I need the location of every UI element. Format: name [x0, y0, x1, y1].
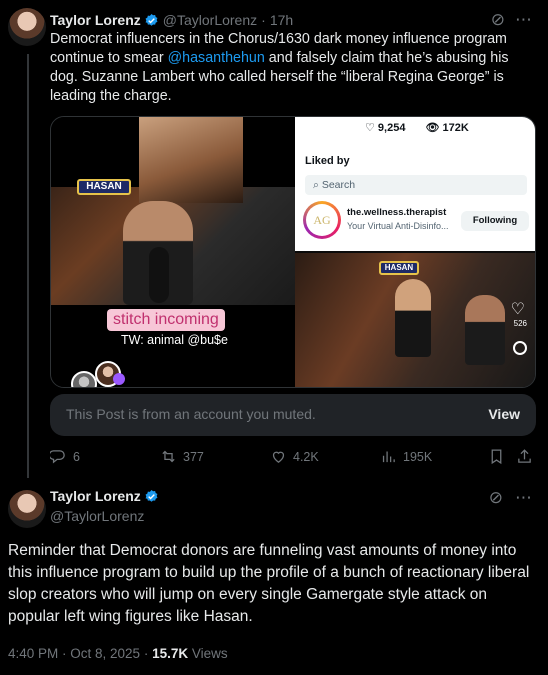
heart-icon: [272, 451, 285, 463]
post-text: Democrat influencers in the Chorus/1630 …: [50, 31, 509, 104]
author-handle[interactable]: @TaylorLorenz: [163, 12, 257, 28]
video-clip[interactable]: HASAN ♡ 526: [295, 251, 535, 387]
following-button: Following: [461, 211, 529, 231]
verified-badge-icon: [145, 13, 158, 26]
muted-text: This Post is from an account you muted.: [66, 406, 316, 422]
avatar[interactable]: [8, 490, 46, 528]
microphone: [149, 247, 169, 303]
liked-by-screenshot[interactable]: ♡ 9,254 👁 172K Liked by ⌕ Search the.wel…: [295, 117, 535, 251]
separator-dot: ·: [261, 12, 266, 28]
bookmark-icon: [491, 449, 502, 465]
reply-button[interactable]: 6: [50, 448, 80, 465]
grok-icon[interactable]: ⊘: [489, 488, 503, 508]
video-like-count: 526: [513, 319, 527, 328]
bookmark-button[interactable]: [488, 448, 505, 465]
more-icon[interactable]: ⋯: [515, 10, 532, 30]
share-button[interactable]: [516, 448, 533, 465]
account-bio: Your Virtual Anti-Disinfo...: [347, 221, 449, 231]
views-label: Views: [188, 646, 228, 661]
share-icon: [518, 449, 531, 463]
views-stat: 👁 172K: [425, 122, 469, 134]
heart-icon: ♡: [510, 301, 525, 318]
post-text: Reminder that Democrat donors are funnel…: [8, 542, 530, 625]
video-figure: [465, 295, 505, 365]
mention-link[interactable]: @hasanthehun: [168, 50, 265, 66]
analytics-icon: [382, 451, 395, 463]
clip-avatar: [71, 371, 97, 387]
liked-by-heading: Liked by: [305, 155, 350, 167]
repost-icon: [162, 450, 175, 463]
video-logo: HASAN: [379, 261, 419, 275]
stream-logo: HASAN: [77, 179, 131, 195]
post-header: Taylor Lorenz @TaylorLorenz · 17h ⊘ ⋯: [50, 10, 538, 30]
views-button[interactable]: 195K: [380, 448, 432, 465]
stitch-caption: stitch incoming: [107, 309, 225, 331]
clip-face: [139, 117, 243, 203]
more-icon[interactable]: ⋯: [515, 488, 532, 508]
grok-icon[interactable]: ⊘: [491, 10, 505, 30]
video-figure: [395, 279, 431, 357]
liked-by-search: ⌕ Search: [305, 175, 527, 195]
action-bar: 6 377 4.2K 195K: [50, 448, 536, 468]
verified-badge-icon: [145, 489, 158, 502]
post-time[interactable]: 17h: [270, 12, 293, 28]
tw-caption: TW: animal @bu$e: [121, 333, 228, 347]
author-handle[interactable]: @TaylorLorenz: [50, 508, 144, 524]
clip-badge: [113, 373, 125, 385]
reply-icon: [50, 450, 65, 464]
timestamp[interactable]: 4:40 PM · Oct 8, 2025 ·: [8, 646, 152, 661]
media-attachment[interactable]: HASAN stitch incoming TW: animal @bu$e ♡…: [50, 116, 536, 388]
post-meta: 4:40 PM · Oct 8, 2025 · 15.7K Views: [8, 646, 228, 661]
account-name: the.wellness.therapist: [347, 207, 447, 218]
post-header: Taylor Lorenz: [50, 488, 159, 504]
thread-connector: [27, 54, 29, 478]
view-count: 15.7K: [152, 646, 189, 661]
screenshot-stats: ♡ 9,254 👁 172K: [365, 121, 469, 134]
avatar[interactable]: [8, 8, 46, 46]
view-button[interactable]: View: [488, 406, 520, 422]
author-name[interactable]: Taylor Lorenz: [50, 12, 141, 28]
muted-notice: This Post is from an account you muted. …: [50, 394, 536, 436]
likes-stat: ♡ 9,254: [365, 122, 406, 134]
account-avatar: [303, 201, 341, 239]
comment-icon: [513, 341, 527, 355]
divider: [0, 478, 548, 479]
repost-button[interactable]: 377: [160, 448, 204, 465]
like-button[interactable]: 4.2K: [270, 448, 319, 465]
stream-clip[interactable]: HASAN stitch incoming TW: animal @bu$e: [51, 117, 295, 387]
author-name[interactable]: Taylor Lorenz: [50, 488, 141, 504]
